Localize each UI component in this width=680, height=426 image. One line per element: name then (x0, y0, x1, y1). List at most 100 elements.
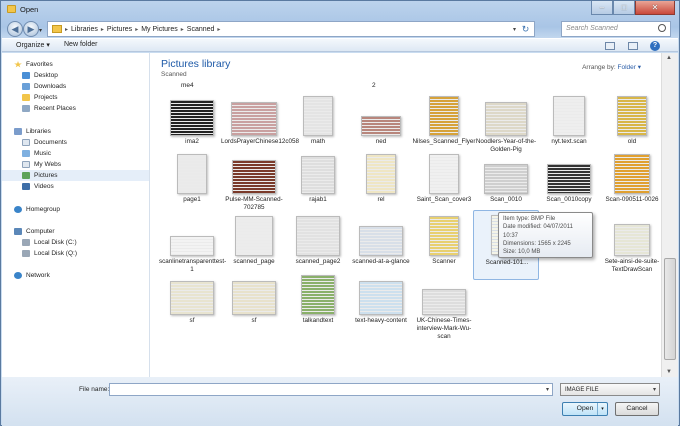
nav-local-disk-q[interactable]: Local Disk (Q:) (22, 248, 169, 259)
open-button[interactable]: Open ▾ (562, 402, 608, 416)
folder-icon (7, 5, 16, 13)
nav-desktop[interactable]: Desktop (22, 70, 169, 81)
thumbnail-image (170, 236, 214, 256)
disk-icon (22, 250, 30, 257)
title-bar[interactable]: Open – □ ✕ (1, 1, 679, 18)
videos-icon (22, 183, 30, 190)
forward-button[interactable]: ▶ (23, 21, 39, 37)
nav-downloads[interactable]: Downloads (22, 81, 169, 92)
library-title: Pictures library (161, 58, 231, 70)
address-dropdown[interactable]: ▾ (513, 26, 516, 33)
back-button[interactable]: ◀ (7, 21, 23, 37)
nav-music[interactable]: Music (22, 148, 169, 159)
refresh-icon[interactable]: ↻ (519, 23, 532, 35)
thumbnail-image (301, 156, 335, 194)
documents-icon (22, 139, 30, 146)
nav-projects[interactable]: Projects (22, 92, 169, 103)
nav-favorites[interactable]: Favorites (14, 59, 161, 70)
thumbnail-image (177, 154, 207, 194)
search-icon[interactable] (658, 24, 666, 32)
nav-documents[interactable]: Documents (22, 137, 169, 148)
breadcrumb-my-pictures[interactable]: My Pictures (141, 26, 178, 33)
file-type-select[interactable]: IMAGE FILE ▾ (560, 383, 660, 396)
thumbnail-image (429, 154, 459, 194)
folder-icon (22, 94, 30, 101)
partial-item-label: 2 (372, 82, 376, 89)
breadcrumb-scanned[interactable]: Scanned (187, 26, 215, 33)
close-button[interactable]: ✕ (635, 1, 675, 15)
nav-pictures[interactable]: Pictures (2, 170, 149, 181)
organize-button[interactable]: Organize ▾ (16, 41, 50, 49)
file-thumbnail[interactable]: rajab1 (285, 148, 351, 218)
search-input[interactable]: Search Scanned (561, 21, 671, 37)
open-options-dropdown[interactable]: ▾ (597, 403, 607, 415)
thumbnail-image (170, 100, 214, 136)
file-name: scanned-at-a-glance (352, 258, 410, 265)
new-folder-button[interactable]: New folder (64, 41, 97, 48)
file-thumbnail[interactable]: sf (159, 269, 225, 339)
thumbnail-image (429, 96, 459, 136)
thumbnail-image (485, 102, 527, 136)
file-name: talkandtext (302, 317, 334, 324)
minimize-button[interactable]: – (591, 1, 613, 15)
file-name: scanned_page2 (295, 258, 341, 265)
web-folder-icon (22, 161, 30, 168)
file-thumbnail[interactable]: Saint_Scan_cover3 (411, 148, 477, 218)
nav-local-disk-c[interactable]: Local Disk (C:) (22, 237, 169, 248)
thumbnail-image (484, 164, 528, 194)
file-thumbnail[interactable]: rel (348, 148, 414, 218)
file-thumbnail[interactable]: Pulse-MM-Scanned-702785 (221, 148, 287, 218)
file-name-input[interactable]: ▾ (109, 383, 553, 396)
file-thumbnail[interactable]: page1 (159, 148, 225, 218)
file-thumbnail[interactable]: Scan_0010copy (536, 148, 602, 218)
preview-pane-icon[interactable] (628, 42, 638, 50)
scroll-down-arrow[interactable]: ▼ (666, 369, 672, 375)
thumbnail-image (553, 96, 585, 136)
file-thumbnail[interactable]: talkandtext (285, 269, 351, 339)
computer-icon (14, 228, 22, 235)
recent-pages-dropdown[interactable]: ▾ (39, 27, 42, 34)
nav-my-webs[interactable]: My Webs (22, 159, 169, 170)
nav-homegroup[interactable]: Homegroup (14, 204, 161, 215)
address-row: ◀ ▶ ▾ ▸ Libraries ▸ Pictures ▸ My Pictur… (1, 18, 679, 40)
help-icon[interactable]: ? (650, 41, 660, 51)
nav-libraries[interactable]: Libraries (14, 126, 161, 137)
arrange-by[interactable]: Arrange by: Folder ▾ (582, 63, 641, 71)
scrollbar-thumb[interactable] (664, 258, 676, 360)
file-thumbnail[interactable]: sf (221, 269, 287, 339)
cancel-button[interactable]: Cancel (615, 402, 659, 416)
nav-videos[interactable]: Videos (22, 181, 169, 192)
file-thumbnail[interactable]: text-heavy-content (348, 269, 414, 339)
vertical-scrollbar[interactable]: ▲ ▼ (661, 53, 678, 377)
file-name: ima2 (185, 138, 199, 145)
file-name: Scanned-101... (485, 259, 529, 266)
thumbnail-image (366, 154, 396, 194)
file-name-label: File name: (79, 386, 110, 393)
file-name: Nilses_Scanned_Flyer (412, 138, 476, 145)
library-subtitle: Scanned (161, 71, 187, 78)
file-name: nyt.text.scan (551, 138, 587, 145)
chevron-down-icon[interactable]: ▾ (546, 386, 549, 393)
scroll-up-arrow[interactable]: ▲ (666, 55, 672, 61)
breadcrumb-libraries[interactable]: Libraries (71, 26, 98, 33)
file-name: rel (377, 196, 385, 203)
thumbnail-image (303, 96, 333, 136)
address-bar[interactable]: ▸ Libraries ▸ Pictures ▸ My Pictures ▸ S… (47, 21, 535, 37)
breadcrumb-pictures[interactable]: Pictures (107, 26, 132, 33)
view-options-icon[interactable] (605, 42, 615, 50)
nav-network[interactable]: Network (14, 270, 161, 281)
command-bar: Organize ▾ New folder ? (2, 38, 678, 52)
window-title: Open (20, 5, 39, 14)
maximize-button[interactable]: □ (613, 1, 635, 15)
file-thumbnail[interactable]: Sete-ainsi-de-suite-TextDrawScan (599, 210, 665, 280)
libraries-icon (14, 128, 22, 135)
file-thumbnail[interactable]: UK-Chinese-Times-interview-Mark-Wu-scan (411, 269, 477, 340)
nav-computer[interactable]: Computer (14, 226, 161, 237)
file-name: math (311, 138, 325, 145)
nav-recent-places[interactable]: Recent Places (22, 103, 169, 114)
recent-places-icon (22, 105, 30, 112)
thumbnail-image (235, 216, 273, 256)
file-name: text-heavy-content (355, 317, 407, 324)
file-thumbnail[interactable]: Scan_0010 (473, 148, 539, 218)
file-thumbnail[interactable]: Scan-090511-0026 (599, 148, 665, 218)
